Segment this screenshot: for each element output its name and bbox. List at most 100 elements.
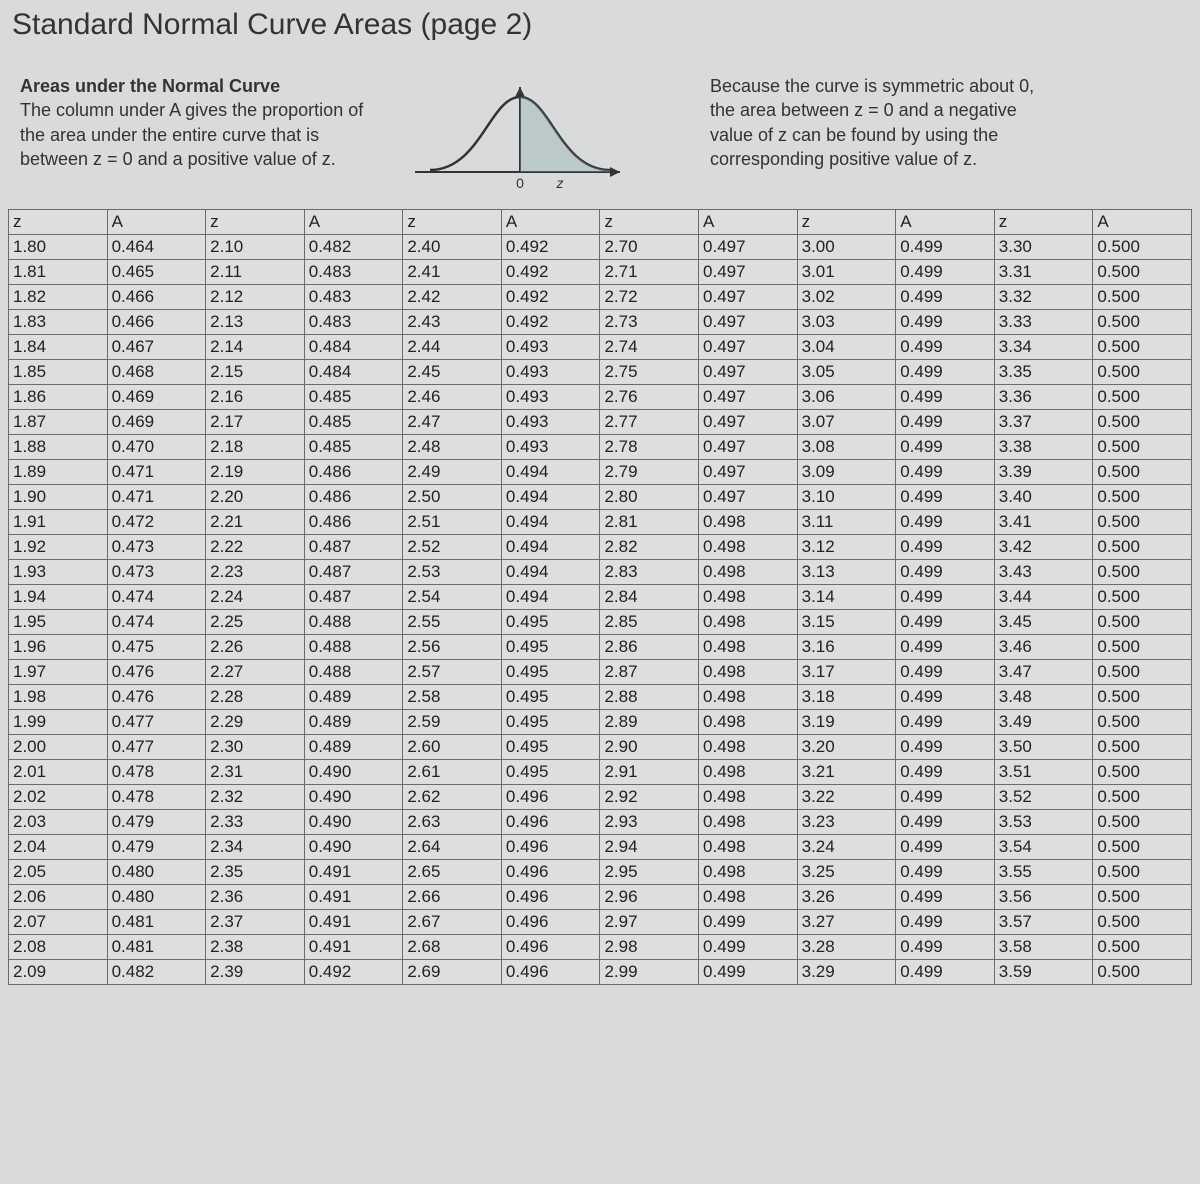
a-cell: 0.500: [1093, 585, 1192, 610]
a-cell: 0.468: [107, 360, 206, 385]
z-cell: 3.40: [994, 485, 1093, 510]
a-cell: 0.498: [699, 835, 798, 860]
z-cell: 2.70: [600, 235, 699, 260]
a-cell: 0.496: [501, 810, 600, 835]
a-cell: 0.496: [501, 960, 600, 985]
table-row: 1.920.4732.220.4872.520.4942.820.4983.12…: [9, 535, 1192, 560]
z-cell: 3.07: [797, 410, 896, 435]
a-cell: 0.498: [699, 635, 798, 660]
z-cell: 2.21: [206, 510, 305, 535]
z-cell: 2.04: [9, 835, 108, 860]
z-cell: 3.10: [797, 485, 896, 510]
intro-row: Areas under the Normal Curve The column …: [8, 74, 1192, 197]
table-row: 1.820.4662.120.4832.420.4922.720.4973.02…: [9, 285, 1192, 310]
normal-curve-icon: 0 z: [410, 82, 630, 192]
z-cell: 2.19: [206, 460, 305, 485]
a-cell: 0.498: [699, 585, 798, 610]
col-z: z: [403, 210, 502, 235]
z-cell: 3.37: [994, 410, 1093, 435]
z-cell: 3.46: [994, 635, 1093, 660]
z-cell: 1.81: [9, 260, 108, 285]
a-cell: 0.477: [107, 710, 206, 735]
z-cell: 3.36: [994, 385, 1093, 410]
z-cell: 2.91: [600, 760, 699, 785]
a-cell: 0.489: [304, 735, 403, 760]
a-cell: 0.493: [501, 410, 600, 435]
z-cell: 2.98: [600, 935, 699, 960]
a-cell: 0.498: [699, 735, 798, 760]
a-cell: 0.499: [699, 935, 798, 960]
z-cell: 2.72: [600, 285, 699, 310]
a-cell: 0.481: [107, 935, 206, 960]
table-row: 1.890.4712.190.4862.490.4942.790.4973.09…: [9, 460, 1192, 485]
z-cell: 2.56: [403, 635, 502, 660]
z-cell: 2.87: [600, 660, 699, 685]
a-cell: 0.475: [107, 635, 206, 660]
z-cell: 3.51: [994, 760, 1093, 785]
z-cell: 2.39: [206, 960, 305, 985]
a-cell: 0.500: [1093, 360, 1192, 385]
a-cell: 0.489: [304, 685, 403, 710]
a-cell: 0.499: [896, 810, 995, 835]
col-z: z: [994, 210, 1093, 235]
z-cell: 3.09: [797, 460, 896, 485]
a-cell: 0.482: [107, 960, 206, 985]
z-cell: 3.49: [994, 710, 1093, 735]
a-cell: 0.498: [699, 660, 798, 685]
z-cell: 3.39: [994, 460, 1093, 485]
z-cell: 2.49: [403, 460, 502, 485]
a-cell: 0.482: [304, 235, 403, 260]
a-cell: 0.491: [304, 860, 403, 885]
z-cell: 2.13: [206, 310, 305, 335]
a-cell: 0.499: [699, 960, 798, 985]
a-cell: 0.488: [304, 635, 403, 660]
a-cell: 0.497: [699, 385, 798, 410]
z-cell: 2.95: [600, 860, 699, 885]
z-cell: 2.77: [600, 410, 699, 435]
z-cell: 2.35: [206, 860, 305, 885]
z-cell: 1.83: [9, 310, 108, 335]
z-cell: 3.57: [994, 910, 1093, 935]
a-cell: 0.499: [896, 510, 995, 535]
z-cell: 2.28: [206, 685, 305, 710]
a-cell: 0.494: [501, 510, 600, 535]
a-cell: 0.500: [1093, 910, 1192, 935]
z-cell: 2.22: [206, 535, 305, 560]
z-cell: 2.66: [403, 885, 502, 910]
a-cell: 0.499: [896, 935, 995, 960]
a-cell: 0.474: [107, 585, 206, 610]
table-row: 1.960.4752.260.4882.560.4952.860.4983.16…: [9, 635, 1192, 660]
z-cell: 1.92: [9, 535, 108, 560]
a-cell: 0.495: [501, 685, 600, 710]
z-cell: 2.43: [403, 310, 502, 335]
z-cell: 3.05: [797, 360, 896, 385]
z-cell: 3.33: [994, 310, 1093, 335]
a-cell: 0.499: [896, 560, 995, 585]
a-cell: 0.492: [501, 310, 600, 335]
z-cell: 1.87: [9, 410, 108, 435]
curve-axis-label: z: [556, 175, 564, 191]
z-cell: 2.93: [600, 810, 699, 835]
z-cell: 3.54: [994, 835, 1093, 860]
a-cell: 0.496: [501, 860, 600, 885]
z-cell: 3.18: [797, 685, 896, 710]
col-z: z: [600, 210, 699, 235]
z-cell: 2.09: [9, 960, 108, 985]
table-row: 2.020.4782.320.4902.620.4962.920.4983.22…: [9, 785, 1192, 810]
normal-curve-table: zAzAzAzAzAzA 1.800.4642.100.4822.400.492…: [8, 209, 1192, 985]
table-row: 1.930.4732.230.4872.530.4942.830.4983.13…: [9, 560, 1192, 585]
a-cell: 0.499: [896, 760, 995, 785]
a-cell: 0.496: [501, 835, 600, 860]
z-cell: 1.88: [9, 435, 108, 460]
z-cell: 1.95: [9, 610, 108, 635]
a-cell: 0.495: [501, 635, 600, 660]
a-cell: 0.500: [1093, 935, 1192, 960]
a-cell: 0.500: [1093, 485, 1192, 510]
a-cell: 0.495: [501, 710, 600, 735]
table-row: 2.070.4812.370.4912.670.4962.970.4993.27…: [9, 910, 1192, 935]
z-cell: 1.84: [9, 335, 108, 360]
table-row: 2.060.4802.360.4912.660.4962.960.4983.26…: [9, 885, 1192, 910]
z-cell: 2.59: [403, 710, 502, 735]
z-cell: 2.46: [403, 385, 502, 410]
z-cell: 2.67: [403, 910, 502, 935]
